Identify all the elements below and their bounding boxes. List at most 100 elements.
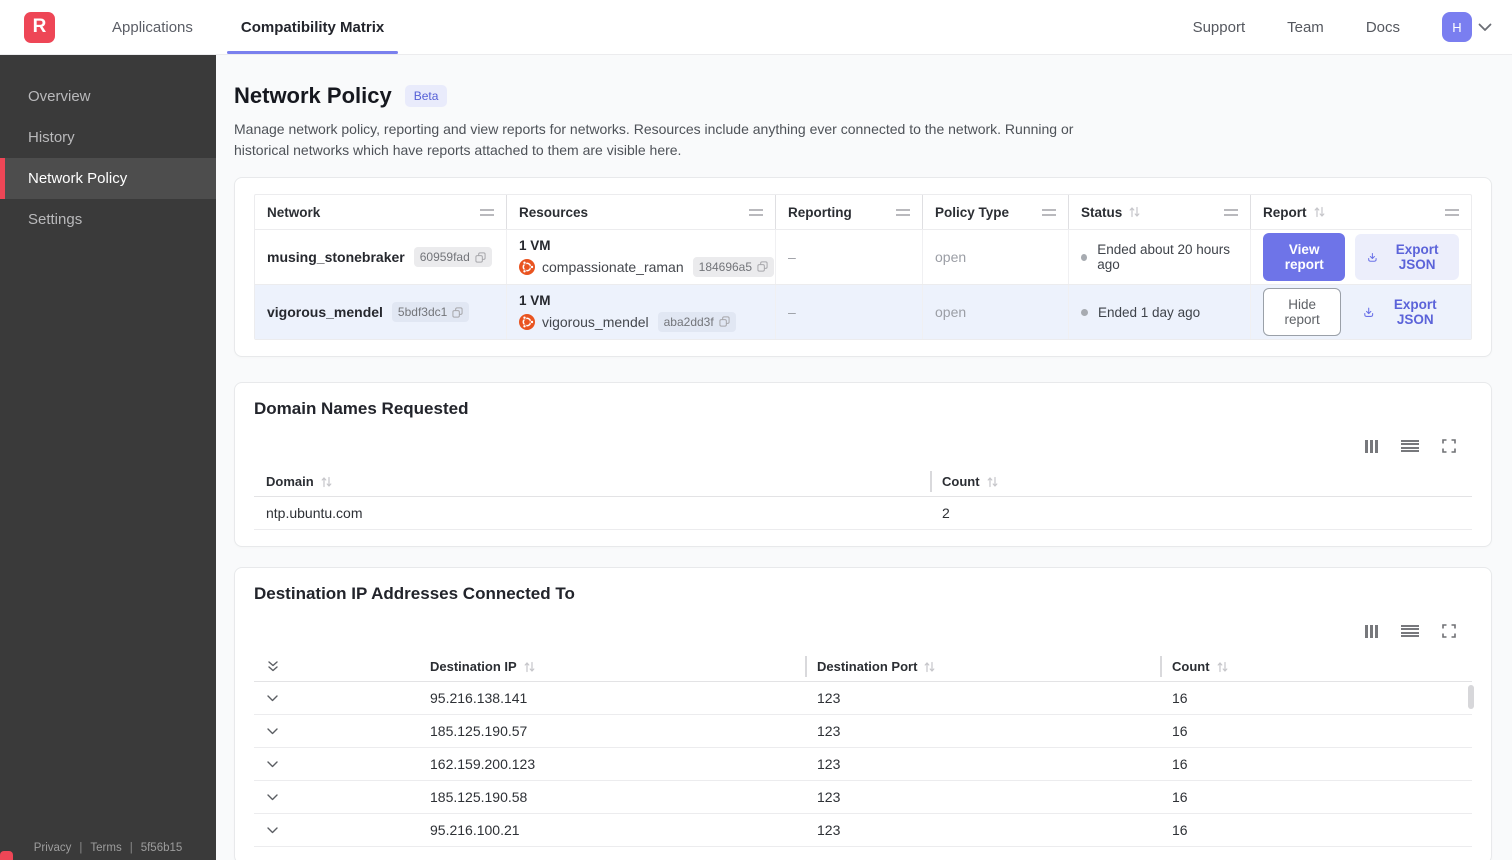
copy-icon[interactable]: [475, 251, 486, 263]
networks-table: Network Resources Reporting Policy Type …: [254, 194, 1472, 340]
destination-port-value: 123: [817, 723, 841, 739]
sidebar-item-network-policy[interactable]: Network Policy: [0, 158, 216, 199]
nav-tab-applications[interactable]: Applications: [88, 0, 217, 54]
resource-id-badge: aba2dd3f: [657, 311, 736, 332]
copy-icon[interactable]: [452, 306, 463, 318]
row-expand-chevron-icon[interactable]: [254, 694, 418, 702]
column-resize-icon[interactable]: [1042, 208, 1056, 216]
count-value: 16: [1172, 822, 1188, 838]
sidebar-item-settings[interactable]: Settings: [0, 199, 216, 240]
sidebar-item-overview[interactable]: Overview: [0, 76, 216, 117]
sort-icon[interactable]: [1314, 206, 1325, 218]
user-menu-chevron-icon[interactable]: [1478, 23, 1492, 32]
nav-tab-compatibility-matrix[interactable]: Compatibility Matrix: [217, 0, 408, 54]
column-header-reporting[interactable]: Reporting: [776, 195, 923, 229]
copy-icon[interactable]: [757, 261, 768, 272]
card-title: Domain Names Requested: [254, 399, 469, 418]
column-header-count[interactable]: Count: [930, 467, 1472, 496]
domain-names-card: Domain Names Requested Domain Count ntp.…: [234, 382, 1492, 547]
nav-link-support[interactable]: Support: [1193, 19, 1246, 36]
page-title: Network Policy: [234, 83, 392, 108]
destination-row[interactable]: 185.125.190.57 123 16: [254, 715, 1472, 748]
column-resize-icon[interactable]: [480, 208, 494, 216]
export-json-button[interactable]: Export JSON: [1355, 234, 1459, 280]
hide-report-button[interactable]: Hide report: [1263, 288, 1342, 336]
destinations-table-header: Destination IP Destination Port Count: [254, 652, 1472, 682]
destination-ip-value: 95.216.138.141: [430, 690, 528, 706]
table-scrollbar[interactable]: [1468, 685, 1474, 709]
destination-ip-value: 95.216.100.21: [430, 822, 520, 838]
sort-icon[interactable]: [1129, 206, 1140, 218]
row-expand-chevron-icon[interactable]: [254, 826, 418, 834]
column-header-report[interactable]: Report: [1251, 195, 1471, 229]
export-json-button[interactable]: Export JSON: [1351, 289, 1459, 335]
destination-row[interactable]: 185.125.190.58 123 16: [254, 781, 1472, 814]
user-avatar[interactable]: H: [1442, 12, 1472, 42]
column-resize-icon[interactable]: [896, 208, 910, 216]
nav-link-docs[interactable]: Docs: [1366, 19, 1400, 36]
column-header-domain[interactable]: Domain: [254, 467, 930, 496]
copy-icon[interactable]: [719, 316, 730, 327]
view-report-button[interactable]: View report: [1263, 233, 1346, 281]
destination-port-value: 123: [817, 756, 841, 772]
destination-row[interactable]: 162.159.200.123 123 16: [254, 748, 1472, 781]
column-header-count[interactable]: Count: [1160, 652, 1472, 681]
network-row-vigorous-mendel[interactable]: vigorous_mendel 5bdf3dc1 1 VM vigorous_m…: [255, 284, 1471, 339]
count-value: 16: [1172, 723, 1188, 739]
column-header-destination-ip[interactable]: Destination IP: [418, 652, 805, 681]
row-expand-chevron-icon[interactable]: [254, 760, 418, 768]
destination-ip-value: 185.125.190.58: [430, 789, 528, 805]
column-header-policy-type[interactable]: Policy Type: [923, 195, 1069, 229]
rows-icon[interactable]: [1401, 439, 1419, 453]
domain-row[interactable]: ntp.ubuntu.com 2: [254, 497, 1472, 530]
build-hash: 5f56b15: [140, 842, 183, 854]
resource-summary: 1 VM: [519, 237, 551, 253]
column-resize-icon[interactable]: [749, 208, 763, 216]
sort-icon[interactable]: [987, 476, 998, 488]
column-header-destination-port[interactable]: Destination Port: [805, 652, 1160, 681]
network-row-musing-stonebraker[interactable]: musing_stonebraker 60959fad 1 VM compass…: [255, 229, 1471, 284]
sort-icon[interactable]: [524, 661, 535, 673]
resource-name: vigorous_mendel: [542, 313, 649, 330]
column-resize-icon[interactable]: [1224, 208, 1238, 216]
policy-type-value: open: [923, 285, 1069, 339]
destination-port-value: 123: [817, 690, 841, 706]
column-header-status[interactable]: Status: [1069, 195, 1251, 229]
columns-icon[interactable]: [1364, 439, 1378, 453]
column-header-resources[interactable]: Resources: [507, 195, 776, 229]
top-navbar: R Applications Compatibility Matrix Supp…: [0, 0, 1512, 55]
count-value: 2: [942, 505, 950, 521]
destination-port-value: 123: [817, 789, 841, 805]
columns-icon[interactable]: [1364, 624, 1378, 638]
sidebar: Overview History Network Policy Settings…: [0, 55, 216, 860]
download-icon: [1368, 252, 1377, 262]
beta-badge: Beta: [404, 85, 448, 107]
status-text: Ended 1 day ago: [1098, 304, 1201, 320]
row-expand-chevron-icon[interactable]: [254, 727, 418, 735]
row-expand-chevron-icon[interactable]: [254, 793, 418, 801]
app-logo[interactable]: R: [24, 11, 55, 43]
sort-icon[interactable]: [321, 476, 332, 488]
destination-row[interactable]: 95.216.138.141 123 16: [254, 682, 1472, 715]
sidebar-item-history[interactable]: History: [0, 117, 216, 158]
count-value: 16: [1172, 690, 1188, 706]
network-id-badge: 5bdf3dc1: [391, 302, 470, 322]
privacy-link[interactable]: Privacy: [34, 842, 72, 854]
status-text: Ended about 20 hours ago: [1097, 242, 1231, 272]
reporting-value: –: [776, 230, 923, 284]
column-resize-icon[interactable]: [1445, 208, 1459, 216]
expand-all-rows-button[interactable]: [254, 652, 418, 681]
expand-icon[interactable]: [1442, 624, 1456, 638]
status-dot-icon: [1081, 308, 1088, 316]
double-chevron-down-icon: [268, 661, 278, 672]
destination-port-value: 123: [817, 822, 841, 838]
expand-icon[interactable]: [1442, 439, 1456, 453]
terms-link[interactable]: Terms: [90, 842, 121, 854]
sort-icon[interactable]: [1217, 661, 1228, 673]
nav-link-team[interactable]: Team: [1287, 19, 1324, 36]
destination-row[interactable]: 95.216.100.21 123 16: [254, 814, 1472, 847]
networks-table-header: Network Resources Reporting Policy Type …: [255, 195, 1471, 229]
rows-icon[interactable]: [1401, 624, 1419, 638]
sort-icon[interactable]: [924, 661, 935, 673]
column-header-network[interactable]: Network: [255, 195, 507, 229]
